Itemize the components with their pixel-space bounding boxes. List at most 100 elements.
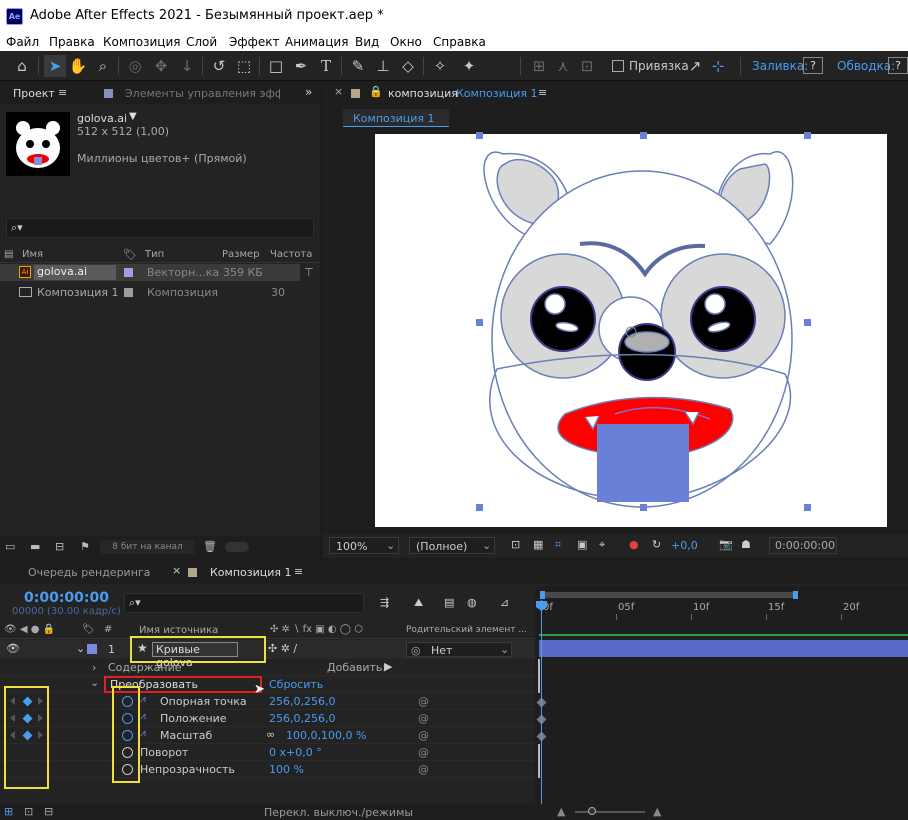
column-size[interactable]: Размер [222,249,260,260]
playhead-line[interactable] [541,600,542,820]
contents-row[interactable]: › Содержание Добавить: ▶ [0,659,535,676]
reset-exposure-icon[interactable]: ↻ [652,538,661,551]
guides-icon[interactable]: ▣ [577,538,587,551]
expand-chevron-icon[interactable]: ⌄ [90,676,99,689]
menu-composition[interactable]: Композиция [103,35,180,49]
pan-camera-icon[interactable]: ✥ [150,55,172,77]
bbox-handle[interactable] [476,319,483,326]
zoom-slider[interactable] [575,811,645,813]
column-name[interactable]: Имя [22,249,43,260]
bbox-handle[interactable] [804,319,811,326]
puppet-tool-icon[interactable]: ✦ [458,55,480,77]
property-row-opacity[interactable]: Непрозрачность 100 % @ [0,761,535,778]
expression-spiral-icon[interactable]: @ [418,729,429,742]
view-axis-icon[interactable]: ⊡ [576,55,598,77]
brush-tool-icon[interactable]: ✎ [347,55,369,77]
thumbnail-toggle[interactable] [225,542,249,552]
column-rate[interactable]: Частота [270,249,312,260]
trash-icon[interactable]: 🗑 [203,540,217,553]
property-row-position[interactable]: ⩘ Положение 256,0,256,0 @ [0,710,535,727]
resolution-select[interactable]: (Полное) ⌄ [409,537,495,554]
timeline-search-input[interactable]: ⌕▾ [124,593,364,613]
zoom-out-icon[interactable]: ▲ [557,805,565,818]
column-parent[interactable]: Родительский элемент ... [406,625,527,635]
transparency-grid-icon[interactable]: ▦ [533,538,543,551]
menu-effect[interactable]: Эффект [229,35,280,49]
eraser-tool-icon[interactable]: ◇ [397,55,419,77]
menu-edit[interactable]: Правка [49,35,95,49]
expand-chevron-icon[interactable]: › [92,661,96,674]
panel-menu-icon[interactable]: ≡ [58,86,67,99]
toggle-switches-modes[interactable]: Перекл. выключ./режимы [264,806,413,819]
pen-tool-icon[interactable]: ✒ [290,55,312,77]
home-icon[interactable]: ⌂ [11,55,33,77]
zoom-slider-thumb[interactable] [588,807,596,815]
lock-icon[interactable]: 🔒 [369,85,383,98]
new-composition-icon[interactable]: ⊟ [55,540,64,553]
orbit-camera-icon[interactable]: ◎ [124,55,146,77]
panel-overflow-icon[interactable]: » [305,85,312,99]
zoom-in-icon[interactable]: ▲ [653,805,661,818]
menu-view[interactable]: Вид [355,35,379,49]
column-type[interactable]: Тип [145,249,164,260]
graph-toggle-icon[interactable]: ⩘ [140,694,146,705]
property-value[interactable]: 0 x+0,0 ° [269,746,322,759]
layer-label-color[interactable] [87,644,97,654]
item-dropdown-icon[interactable]: ▼ [129,111,137,122]
world-axis-icon[interactable]: ⋏ [552,55,574,77]
graph-editor-icon[interactable]: ⊿ [500,596,509,609]
in-out-icon[interactable]: ⊟ [44,805,53,818]
dolly-camera-icon[interactable]: ↓ [176,55,198,77]
bbox-handle[interactable] [476,504,483,511]
panel-menu-icon[interactable]: ≡ [538,86,547,99]
viewer-timecode[interactable]: 0:00:00:00 [769,537,837,554]
comp-toggle-icon[interactable]: ⊞ [4,805,13,818]
sort-icon[interactable]: ▤ [4,249,13,260]
tab-render-queue[interactable]: Очередь рендеринга [28,566,150,579]
tab-comp-name[interactable]: Композиция 1 [456,87,538,100]
bbox-handle[interactable] [640,504,647,511]
mask-visibility-icon[interactable]: ⌗ [555,538,561,552]
property-row-rotation[interactable]: Поворот 0 x+0,0 ° @ [0,744,535,761]
roto-brush-icon[interactable]: ✧ [429,55,451,77]
bbox-handle[interactable] [804,504,811,511]
time-ruler[interactable]: 0f 05f 10f 15f 20f [535,600,908,620]
constrain-proportions-icon[interactable]: ∞ [266,728,275,741]
comp-mini-flowchart-icon[interactable]: ⇶ [380,596,389,609]
flowchart-icon[interactable]: ⊤ [304,266,314,279]
transform-row[interactable]: ⌄ Преобразовать Сбросить ➤ [0,676,535,697]
property-value[interactable]: 256,0,256,0 [269,695,335,708]
bbox-handle[interactable] [476,132,483,139]
modes-icon[interactable]: ⊡ [24,805,33,818]
reset-link[interactable]: Сбросить [269,678,323,691]
snapshot-icon[interactable]: 📷 [719,538,733,551]
work-area-bar[interactable] [542,592,798,598]
new-folder-icon[interactable]: ▬ [30,540,40,553]
expression-spiral-icon[interactable]: @ [418,695,429,708]
number-column-icon[interactable]: # [104,624,112,635]
zoom-select[interactable]: 100% ⌄ [329,537,399,554]
comp-breadcrumb[interactable]: Композиция 1 [343,109,449,127]
parent-select[interactable]: ◎ Нет ⌄ [406,642,512,657]
selection-tool-icon[interactable]: ➤ [44,55,66,77]
bbox-handle[interactable] [804,132,811,139]
menu-animation[interactable]: Анимация [285,35,348,49]
shy-layers-icon[interactable]: ▤ [444,596,454,609]
snap-grid-icon[interactable]: ⊹ [707,55,729,77]
frame-blending-icon[interactable]: ◍ [467,596,477,609]
tab-effect-controls[interactable]: Элементы управления эффект [125,87,280,100]
layer-duration-bar[interactable] [539,640,908,657]
menu-help[interactable]: Справка [433,35,486,49]
pick-whip-icon[interactable]: ◎ [411,644,421,657]
eye-icon[interactable]: 👁 [6,642,20,655]
zoom-tool-icon[interactable]: ⌕ [92,55,114,77]
expression-spiral-icon[interactable]: @ [418,763,429,776]
property-value[interactable]: 256,0,256,0 [269,712,335,725]
property-value[interactable]: 100 % [269,763,304,776]
tab-project[interactable]: Проект [13,87,55,100]
label-column-icon[interactable]: 🏷 [123,248,137,261]
tab-timeline-comp[interactable]: Композиция 1 [210,566,292,579]
stroke-swatch[interactable]: ? [888,57,908,74]
bit-depth-button[interactable]: 8 бит на канал [100,540,195,554]
rectangle-tool-icon[interactable]: □ [265,55,287,77]
